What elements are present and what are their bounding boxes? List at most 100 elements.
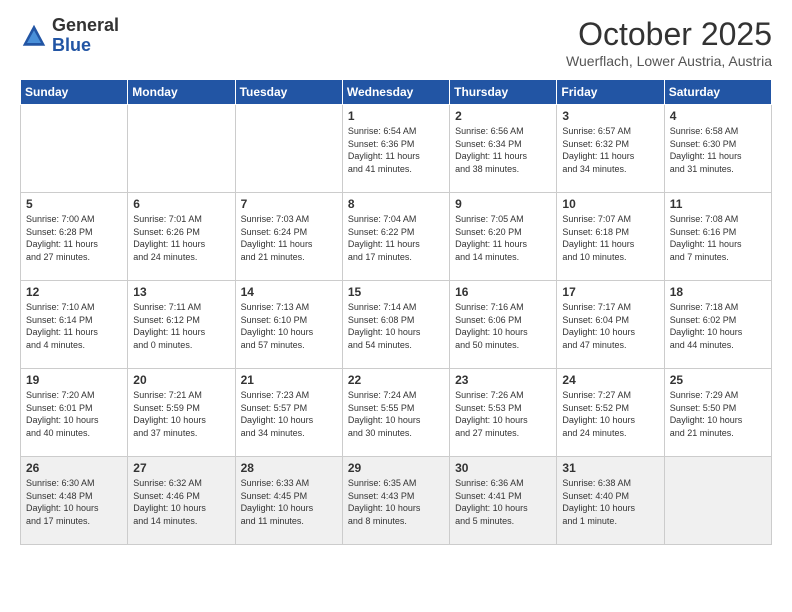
calendar-day-cell: 18 Sunrise: 7:18 AM Sunset: 6:02 PM Dayli…	[664, 281, 771, 369]
day-number: 2	[455, 109, 551, 123]
day-info: Sunrise: 7:08 AM Sunset: 6:16 PM Dayligh…	[670, 213, 766, 263]
day-info: Sunrise: 7:10 AM Sunset: 6:14 PM Dayligh…	[26, 301, 122, 351]
day-number: 26	[26, 461, 122, 475]
day-info: Sunrise: 7:27 AM Sunset: 5:52 PM Dayligh…	[562, 389, 658, 439]
calendar-day-cell: 20 Sunrise: 7:21 AM Sunset: 5:59 PM Dayli…	[128, 369, 235, 457]
day-info: Sunrise: 7:00 AM Sunset: 6:28 PM Dayligh…	[26, 213, 122, 263]
calendar-day-cell: 30Sunrise: 6:36 AM Sunset: 4:41 PM Dayli…	[450, 457, 557, 545]
weekday-header: Thursday	[450, 80, 557, 105]
day-number: 11	[670, 197, 766, 211]
day-info: Sunrise: 7:13 AM Sunset: 6:10 PM Dayligh…	[241, 301, 337, 351]
day-info: Sunrise: 7:26 AM Sunset: 5:53 PM Dayligh…	[455, 389, 551, 439]
calendar-day-cell: 19Sunrise: 7:20 AM Sunset: 6:01 PM Dayli…	[21, 369, 128, 457]
calendar-day-cell: 2 Sunrise: 6:56 AM Sunset: 6:34 PM Daylig…	[450, 105, 557, 193]
day-number: 6	[133, 197, 229, 211]
day-info: Sunrise: 7:17 AM Sunset: 6:04 PM Dayligh…	[562, 301, 658, 351]
day-number: 22	[348, 373, 444, 387]
day-number: 7	[241, 197, 337, 211]
calendar-day-cell: 13Sunrise: 7:11 AM Sunset: 6:12 PM Dayli…	[128, 281, 235, 369]
day-number: 15	[348, 285, 444, 299]
calendar-day-cell: 15 Sunrise: 7:14 AM Sunset: 6:08 PM Dayli…	[342, 281, 449, 369]
calendar-day-cell: 11 Sunrise: 7:08 AM Sunset: 6:16 PM Dayli…	[664, 193, 771, 281]
day-info: Sunrise: 6:57 AM Sunset: 6:32 PM Dayligh…	[562, 125, 658, 175]
day-number: 30	[455, 461, 551, 475]
day-number: 8	[348, 197, 444, 211]
calendar-day-cell: 10 Sunrise: 7:07 AM Sunset: 6:18 PM Dayli…	[557, 193, 664, 281]
day-number: 25	[670, 373, 766, 387]
day-number: 28	[241, 461, 337, 475]
day-number: 10	[562, 197, 658, 211]
day-info: Sunrise: 6:58 AM Sunset: 6:30 PM Dayligh…	[670, 125, 766, 175]
calendar-table: SundayMondayTuesdayWednesdayThursdayFrid…	[20, 79, 772, 545]
day-number: 20	[133, 373, 229, 387]
calendar-week-row: 12 Sunrise: 7:10 AM Sunset: 6:14 PM Dayli…	[21, 281, 772, 369]
calendar-title: October 2025	[566, 16, 772, 53]
calendar-day-cell: 17 Sunrise: 7:17 AM Sunset: 6:04 PM Dayli…	[557, 281, 664, 369]
day-number: 19	[26, 373, 122, 387]
logo-blue: Blue	[52, 35, 91, 55]
day-info: Sunrise: 6:38 AM Sunset: 4:40 PM Dayligh…	[562, 477, 658, 527]
calendar-day-cell: 28 Sunrise: 6:33 AM Sunset: 4:45 PM Dayli…	[235, 457, 342, 545]
header: General Blue October 2025 Wuerflach, Low…	[20, 16, 772, 69]
calendar-day-cell: 7 Sunrise: 7:03 AM Sunset: 6:24 PM Daylig…	[235, 193, 342, 281]
day-info: Sunrise: 7:18 AM Sunset: 6:02 PM Dayligh…	[670, 301, 766, 351]
day-number: 1	[348, 109, 444, 123]
day-info: Sunrise: 7:24 AM Sunset: 5:55 PM Dayligh…	[348, 389, 444, 439]
day-info: Sunrise: 7:04 AM Sunset: 6:22 PM Dayligh…	[348, 213, 444, 263]
weekday-header: Friday	[557, 80, 664, 105]
day-info: Sunrise: 7:23 AM Sunset: 5:57 PM Dayligh…	[241, 389, 337, 439]
day-number: 5	[26, 197, 122, 211]
day-info: Sunrise: 7:05 AM Sunset: 6:20 PM Dayligh…	[455, 213, 551, 263]
day-number: 17	[562, 285, 658, 299]
day-number: 3	[562, 109, 658, 123]
day-number: 27	[133, 461, 229, 475]
day-number: 12	[26, 285, 122, 299]
calendar-day-cell: 12 Sunrise: 7:10 AM Sunset: 6:14 PM Dayli…	[21, 281, 128, 369]
logo-text: General Blue	[52, 16, 119, 56]
calendar-day-cell: 23 Sunrise: 7:26 AM Sunset: 5:53 PM Dayli…	[450, 369, 557, 457]
day-info: Sunrise: 7:14 AM Sunset: 6:08 PM Dayligh…	[348, 301, 444, 351]
calendar-day-cell: 27 Sunrise: 6:32 AM Sunset: 4:46 PM Dayli…	[128, 457, 235, 545]
day-info: Sunrise: 6:32 AM Sunset: 4:46 PM Dayligh…	[133, 477, 229, 527]
day-info: Sunrise: 6:33 AM Sunset: 4:45 PM Dayligh…	[241, 477, 337, 527]
calendar-day-cell: 22 Sunrise: 7:24 AM Sunset: 5:55 PM Dayli…	[342, 369, 449, 457]
calendar-header-row: SundayMondayTuesdayWednesdayThursdayFrid…	[21, 80, 772, 105]
calendar-day-cell: 4 Sunrise: 6:58 AM Sunset: 6:30 PM Daylig…	[664, 105, 771, 193]
calendar-subtitle: Wuerflach, Lower Austria, Austria	[566, 53, 772, 69]
calendar-day-cell	[128, 105, 235, 193]
day-number: 23	[455, 373, 551, 387]
day-number: 24	[562, 373, 658, 387]
calendar-week-row: 19Sunrise: 7:20 AM Sunset: 6:01 PM Dayli…	[21, 369, 772, 457]
day-number: 16	[455, 285, 551, 299]
day-info: Sunrise: 7:21 AM Sunset: 5:59 PM Dayligh…	[133, 389, 229, 439]
weekday-header: Sunday	[21, 80, 128, 105]
calendar-day-cell: 25Sunrise: 7:29 AM Sunset: 5:50 PM Dayli…	[664, 369, 771, 457]
weekday-header: Monday	[128, 80, 235, 105]
day-info: Sunrise: 7:07 AM Sunset: 6:18 PM Dayligh…	[562, 213, 658, 263]
calendar-week-row: 5 Sunrise: 7:00 AM Sunset: 6:28 PM Daylig…	[21, 193, 772, 281]
logo-general: General	[52, 15, 119, 35]
day-info: Sunrise: 7:03 AM Sunset: 6:24 PM Dayligh…	[241, 213, 337, 263]
day-info: Sunrise: 6:35 AM Sunset: 4:43 PM Dayligh…	[348, 477, 444, 527]
calendar-week-row: 1 Sunrise: 6:54 AM Sunset: 6:36 PM Daylig…	[21, 105, 772, 193]
calendar-day-cell: 26 Sunrise: 6:30 AM Sunset: 4:48 PM Dayli…	[21, 457, 128, 545]
day-number: 13	[133, 285, 229, 299]
calendar-day-cell: 8 Sunrise: 7:04 AM Sunset: 6:22 PM Daylig…	[342, 193, 449, 281]
day-info: Sunrise: 7:01 AM Sunset: 6:26 PM Dayligh…	[133, 213, 229, 263]
day-number: 18	[670, 285, 766, 299]
day-number: 9	[455, 197, 551, 211]
page: General Blue October 2025 Wuerflach, Low…	[0, 0, 792, 565]
calendar-week-row: 26 Sunrise: 6:30 AM Sunset: 4:48 PM Dayli…	[21, 457, 772, 545]
day-info: Sunrise: 6:54 AM Sunset: 6:36 PM Dayligh…	[348, 125, 444, 175]
calendar-day-cell: 16Sunrise: 7:16 AM Sunset: 6:06 PM Dayli…	[450, 281, 557, 369]
day-info: Sunrise: 6:56 AM Sunset: 6:34 PM Dayligh…	[455, 125, 551, 175]
calendar-day-cell	[664, 457, 771, 545]
calendar-day-cell: 1 Sunrise: 6:54 AM Sunset: 6:36 PM Daylig…	[342, 105, 449, 193]
day-number: 21	[241, 373, 337, 387]
day-number: 4	[670, 109, 766, 123]
day-info: Sunrise: 6:30 AM Sunset: 4:48 PM Dayligh…	[26, 477, 122, 527]
calendar-day-cell: 24 Sunrise: 7:27 AM Sunset: 5:52 PM Dayli…	[557, 369, 664, 457]
calendar-day-cell: 5 Sunrise: 7:00 AM Sunset: 6:28 PM Daylig…	[21, 193, 128, 281]
logo: General Blue	[20, 16, 119, 56]
logo-icon	[20, 22, 48, 50]
